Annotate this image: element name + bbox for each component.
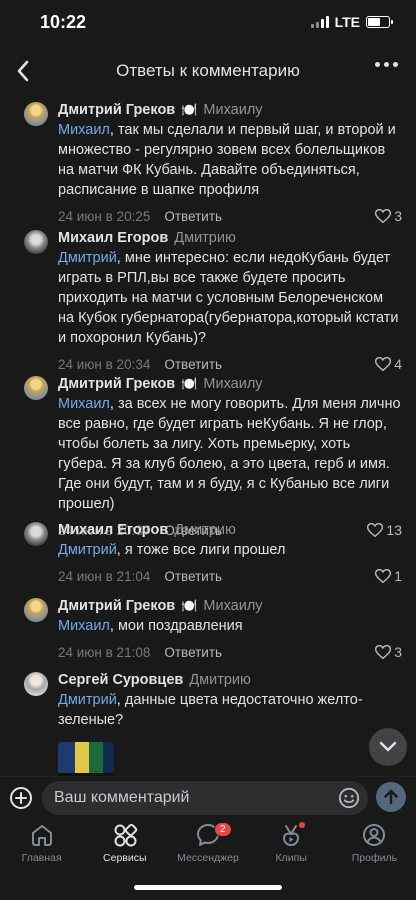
reply-to: Михаилу bbox=[203, 102, 263, 118]
comment-item: Михаил Егоров Дмитрию Дмитрий, я тоже все… bbox=[0, 520, 416, 586]
tab-label: Сервисы bbox=[103, 852, 147, 864]
add-attachment-button[interactable] bbox=[10, 787, 32, 809]
mention-link[interactable]: Дмитрий bbox=[58, 542, 117, 558]
comment-item: Дмитрий Греков 🍽️ Михаилу Михаил, так мы с… bbox=[0, 100, 416, 226]
comment-text: Михаил, так мы сделали и первый шаг, и в… bbox=[58, 122, 396, 198]
comment-date: 24 июн в 21:08 bbox=[58, 644, 151, 660]
network-type: LTE bbox=[334, 14, 360, 30]
reply-to: Михаилу bbox=[203, 376, 263, 392]
comment-input-wrapper bbox=[42, 781, 368, 815]
home-indicator bbox=[134, 885, 282, 890]
services-icon bbox=[114, 823, 137, 847]
profile-icon bbox=[363, 824, 386, 846]
status-indicators: LTE bbox=[310, 14, 393, 30]
like-button[interactable]: 1 bbox=[375, 568, 402, 584]
heart-icon bbox=[375, 569, 392, 583]
arrow-up-icon bbox=[384, 789, 398, 805]
tab-profile[interactable]: Профиль bbox=[333, 818, 416, 868]
unread-badge: 2 bbox=[214, 822, 232, 837]
back-button[interactable] bbox=[8, 56, 38, 86]
comment-input[interactable] bbox=[42, 781, 322, 815]
like-button[interactable]: 3 bbox=[375, 208, 402, 224]
reply-to: Дмитрию bbox=[189, 672, 251, 688]
comment-text: Дмитрий, данные цвета недостаточно желто… bbox=[58, 692, 363, 728]
mention-link[interactable]: Михаил bbox=[58, 122, 110, 138]
chevron-left-icon bbox=[17, 60, 29, 82]
emoji-status-icon: 🍽️ bbox=[181, 102, 198, 117]
status-bar: 10:22 LTE bbox=[0, 0, 416, 46]
tab-label: Главная bbox=[21, 852, 62, 864]
comment-composer bbox=[0, 776, 416, 818]
comment-text: Дмитрий, я тоже все лиги прошел bbox=[58, 542, 286, 558]
comment-item: Михаил Егоров Дмитрию Дмитрий, мне интере… bbox=[0, 228, 416, 374]
battery-icon bbox=[366, 16, 393, 28]
comment-text: Михаил, мои поздравления bbox=[58, 618, 243, 634]
page-title: Ответы к комментарию bbox=[116, 61, 300, 80]
like-count: 3 bbox=[394, 644, 402, 660]
mention-link[interactable]: Дмитрий bbox=[58, 250, 117, 266]
comment-text: Михаил, за всех не могу говорить. Для ме… bbox=[58, 396, 401, 512]
heart-icon bbox=[375, 645, 392, 659]
avatar[interactable] bbox=[24, 672, 48, 696]
avatar[interactable] bbox=[24, 522, 48, 546]
like-button[interactable]: 3 bbox=[375, 644, 402, 660]
comment-date: 24 июн в 20:25 bbox=[58, 208, 151, 224]
comment-item: Дмитрий Греков 🍽️ Михаилу Михаил, мои позд… bbox=[0, 596, 416, 662]
comment-item: Дмитрий Греков 🍽️ Михаилу Михаил, за всех … bbox=[0, 374, 416, 540]
send-button[interactable] bbox=[376, 782, 406, 812]
tab-label: Клипы bbox=[275, 852, 307, 864]
new-clips-dot bbox=[299, 822, 306, 828]
chevron-down-icon bbox=[379, 741, 397, 752]
emoji-status-icon: 🍽️ bbox=[181, 598, 198, 613]
reply-button[interactable]: Ответить bbox=[164, 645, 222, 660]
attached-photo[interactable] bbox=[58, 742, 114, 776]
comment-item: Сергей Суровцев Дмитрию Дмитрий, данные ц… bbox=[0, 670, 416, 776]
reply-to: Дмитрию bbox=[174, 522, 236, 538]
more-options-button[interactable] bbox=[375, 62, 398, 67]
tab-clips[interactable]: Клипы bbox=[250, 818, 333, 868]
comments-feed[interactable]: Дмитрий Греков 🍽️ Михаилу Михаил, так мы с… bbox=[0, 96, 416, 776]
avatar[interactable] bbox=[24, 102, 48, 126]
tab-label: Мессенджер bbox=[177, 852, 239, 864]
nav-header: Ответы к комментарию bbox=[0, 48, 416, 94]
reply-to: Михаилу bbox=[203, 598, 263, 614]
scroll-down-button[interactable] bbox=[369, 728, 407, 766]
comment-author[interactable]: Дмитрий Греков bbox=[58, 374, 175, 394]
smile-icon[interactable] bbox=[338, 787, 360, 809]
reply-to: Дмитрию bbox=[174, 230, 236, 246]
tab-messenger[interactable]: 2 Мессенджер bbox=[166, 818, 249, 868]
comment-author[interactable]: Михаил Егоров bbox=[58, 520, 168, 540]
tab-label: Профиль bbox=[351, 852, 398, 864]
avatar[interactable] bbox=[24, 230, 48, 254]
avatar[interactable] bbox=[24, 376, 48, 400]
comment-author[interactable]: Дмитрий Греков bbox=[58, 100, 175, 120]
avatar[interactable] bbox=[24, 598, 48, 622]
mention-link[interactable]: Михаил bbox=[58, 618, 110, 634]
status-time: 10:22 bbox=[40, 12, 87, 32]
heart-icon bbox=[375, 209, 392, 223]
comment-date: 24 июн в 21:04 bbox=[58, 568, 151, 584]
like-count: 4 bbox=[394, 356, 402, 372]
heart-icon bbox=[375, 357, 392, 371]
comment-author[interactable]: Дмитрий Греков bbox=[58, 596, 175, 616]
reply-button[interactable]: Ответить bbox=[164, 357, 222, 372]
emoji-status-icon: 🍽️ bbox=[181, 376, 198, 391]
like-count: 3 bbox=[394, 208, 402, 224]
bottom-tab-bar: Главная Сервисы 2 Мессенджер Клипы Профи… bbox=[0, 818, 416, 868]
home-icon bbox=[31, 825, 52, 846]
plus-icon bbox=[15, 792, 27, 804]
like-button[interactable]: 4 bbox=[375, 356, 402, 372]
mention-link[interactable]: Дмитрий bbox=[58, 692, 117, 708]
mention-link[interactable]: Михаил bbox=[58, 396, 110, 412]
tab-services[interactable]: Сервисы bbox=[83, 818, 166, 868]
reply-button[interactable]: Ответить bbox=[164, 209, 222, 224]
tab-home[interactable]: Главная bbox=[0, 818, 83, 868]
comment-text: Дмитрий, мне интересно: если недоКубань … bbox=[58, 250, 399, 346]
reply-button[interactable]: Ответить bbox=[164, 569, 222, 584]
signal-icon bbox=[310, 16, 329, 28]
comment-author[interactable]: Сергей Суровцев bbox=[58, 670, 183, 690]
comment-author[interactable]: Михаил Егоров bbox=[58, 228, 168, 248]
comment-date: 24 июн в 20:34 bbox=[58, 356, 151, 372]
like-count: 1 bbox=[394, 568, 402, 584]
